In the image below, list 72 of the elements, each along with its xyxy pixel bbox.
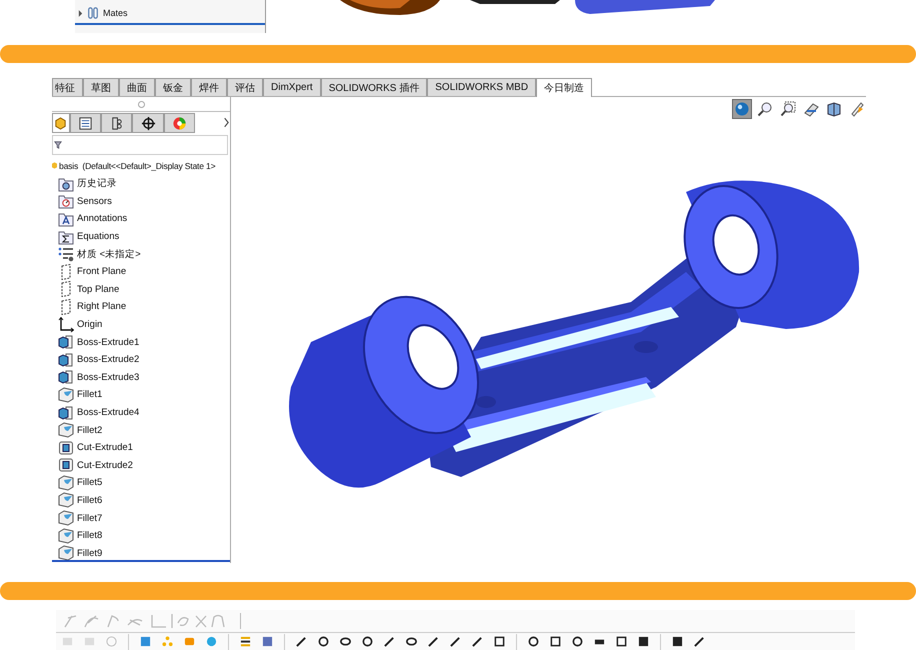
command-tab[interactable]: 草图 <box>83 78 119 96</box>
cut-extrude-icon <box>58 457 74 474</box>
fillet-icon <box>58 528 74 544</box>
tree-item[interactable]: Boss-Extrude4 <box>77 407 140 418</box>
splitter-handle[interactable] <box>138 100 144 108</box>
folder-sigma-icon <box>58 228 74 245</box>
chevron-right-icon[interactable] <box>223 117 230 128</box>
tree-item[interactable]: Origin <box>77 319 102 330</box>
panel-tab[interactable] <box>70 113 102 133</box>
tree-item[interactable]: Mates <box>103 8 128 18</box>
fillet-icon <box>58 510 74 526</box>
color-wheel-icon <box>172 116 187 130</box>
fillet-icon <box>58 492 74 508</box>
clips-icon <box>87 6 99 20</box>
extrude-icon <box>58 404 74 421</box>
expand-arrow-icon[interactable] <box>78 10 83 16</box>
tree-item[interactable]: Sensors <box>77 196 112 207</box>
part-icon <box>53 116 68 130</box>
command-tab[interactable]: SOLIDWORKS 插件 <box>320 78 428 96</box>
filter-icon <box>54 141 62 149</box>
tree-item[interactable]: Fillet6 <box>77 494 102 506</box>
folder-gauge-icon <box>58 193 74 210</box>
panel-tab[interactable] <box>132 113 164 133</box>
part-icon <box>52 161 57 170</box>
command-tab[interactable]: SOLIDWORKS MBD <box>427 78 536 96</box>
folder-letter-icon <box>58 210 74 227</box>
filter-field[interactable] <box>52 135 228 155</box>
fillet-icon <box>58 474 74 491</box>
tree-item[interactable]: Fillet9 <box>77 548 102 559</box>
tree-item[interactable]: Fillet8 <box>77 530 102 542</box>
fillet-icon <box>58 545 74 562</box>
tree-item[interactable]: Top Plane <box>77 284 120 295</box>
ellipse-icon[interactable] <box>406 636 417 647</box>
fillet-icon <box>58 386 74 403</box>
extrude-icon <box>58 352 74 368</box>
tree-item[interactable]: Equations <box>77 231 120 242</box>
tree-item[interactable]: Fillet5 <box>77 477 102 488</box>
command-tab[interactable]: 钣金 <box>155 78 191 96</box>
command-tab[interactable]: 评估 <box>227 78 263 96</box>
command-tab[interactable]: DimXpert <box>263 78 321 96</box>
tree-item[interactable]: 材质 <未指定> <box>77 248 141 261</box>
fillet-icon <box>58 422 74 438</box>
tree-item[interactable]: Right Plane <box>77 301 126 312</box>
tree-item[interactable]: Fillet7 <box>77 512 102 524</box>
tree-item[interactable]: Boss-Extrude2 <box>77 354 140 366</box>
tree-item[interactable]: Cut-Extrude1 <box>77 442 133 454</box>
crosshair-icon <box>140 116 156 130</box>
tree-item[interactable]: Annotations <box>77 213 128 224</box>
origin-axes-icon <box>58 316 74 333</box>
list-icon <box>78 116 93 130</box>
panel-tab[interactable] <box>52 113 70 133</box>
list-icon[interactable] <box>240 636 251 647</box>
command-tab[interactable]: 焊件 <box>191 78 227 96</box>
command-tab[interactable]: 特征 <box>52 78 83 96</box>
tree-item[interactable]: Fillet2 <box>77 424 102 436</box>
tree-root[interactable]: basis (Default<<Default>_Display State 1> <box>59 160 216 170</box>
panel-tab[interactable] <box>101 113 132 133</box>
dots-icon[interactable] <box>162 636 173 647</box>
tree-item[interactable]: Front Plane <box>77 266 126 278</box>
extrude-icon <box>58 369 74 386</box>
command-tab[interactable]: 曲面 <box>119 78 155 96</box>
list-gear-icon <box>58 246 74 262</box>
tree-item[interactable]: Cut-Extrude2 <box>77 460 133 471</box>
tree-item[interactable]: Boss-Extrude1 <box>77 336 140 348</box>
cut-extrude-icon <box>58 440 74 456</box>
zoom-box-icon[interactable] <box>778 99 798 119</box>
extrude-icon <box>58 334 74 350</box>
folder-clock-icon <box>58 176 74 192</box>
tree-item[interactable]: 历史记录 <box>77 177 117 190</box>
tree-item[interactable]: Fillet1 <box>77 389 102 400</box>
tree-item[interactable]: Boss-Extrude3 <box>77 372 140 383</box>
command-tab[interactable]: 今日制造 <box>536 78 592 97</box>
